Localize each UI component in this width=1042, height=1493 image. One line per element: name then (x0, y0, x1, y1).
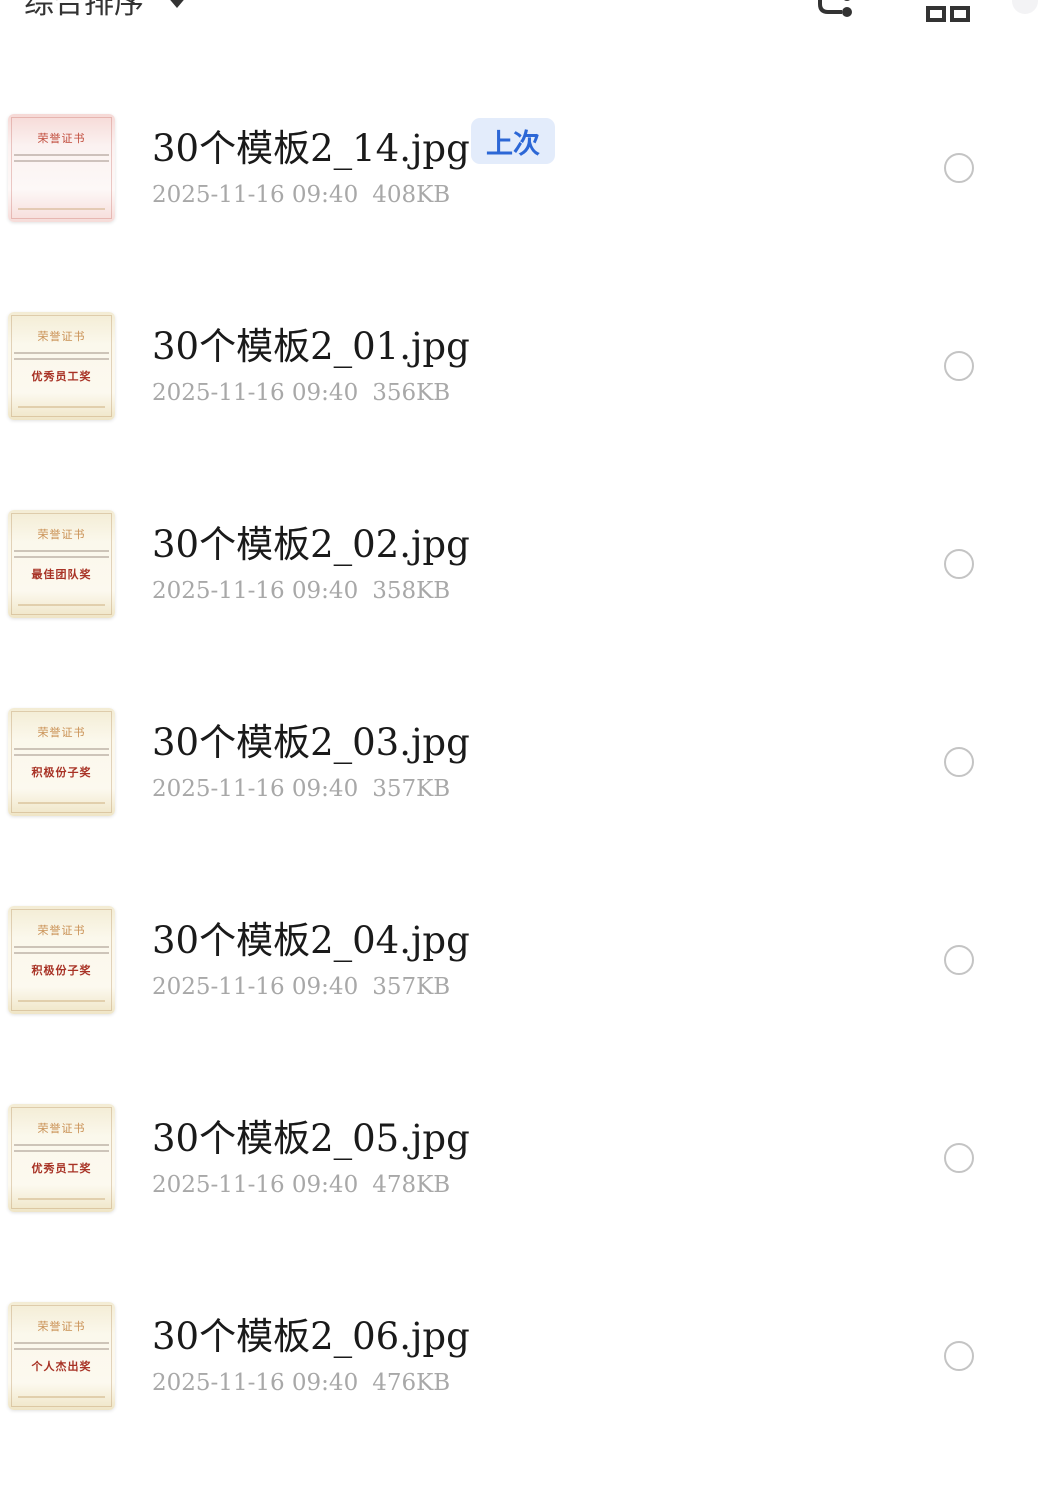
certificate-title: 荣誉证书 (37, 1122, 86, 1135)
select-radio-button[interactable] (944, 1341, 974, 1371)
certificate-award: 优秀员工奖 (31, 1162, 92, 1175)
select-radio-button[interactable] (944, 549, 974, 579)
file-thumbnail[interactable]: 荣誉证书 优秀员工奖 (8, 312, 115, 420)
more-icon[interactable] (1012, 0, 1038, 14)
file-thumbnail[interactable]: 荣誉证书 (8, 114, 115, 222)
file-thumbnail[interactable]: 荣誉证书 积极份子奖 (8, 708, 115, 816)
certificate-image: 荣誉证书 积极份子奖 (8, 906, 115, 1014)
file-row[interactable]: 荣誉证书最佳团队奖 30个模板2_02.jpg 2025-11-16 09:40 35… (0, 468, 1042, 666)
certificate-title: 荣誉证书 (37, 726, 86, 739)
grid-view-icon[interactable] (926, 0, 972, 24)
certificate-footer (18, 208, 105, 210)
top-toolbar: 综合排序 (0, 0, 1042, 40)
certificate-title: 荣誉证书 (37, 330, 86, 343)
file-date: 2025-11-16 09:40 (152, 776, 359, 802)
select-radio-button[interactable] (944, 747, 974, 777)
select-radio-button[interactable] (944, 351, 974, 381)
file-thumbnail[interactable]: 荣誉证书 优秀员工奖 (8, 1104, 115, 1212)
file-size: 356KB (372, 380, 451, 406)
file-date: 2025-11-16 09:40 (152, 1172, 359, 1198)
file-date: 2025-11-16 09:40 (152, 380, 359, 406)
file-date: 2025-11-16 09:40 (152, 1370, 359, 1396)
file-meta: 2025-11-16 09:40 408KB (152, 182, 450, 208)
certificate-award: 优秀员工奖 (31, 370, 92, 383)
file-date: 2025-11-16 09:40 (152, 974, 359, 1000)
file-meta: 2025-11-16 09:40 357KB (152, 776, 450, 802)
file-name[interactable]: 30个模板2_02.jpg (152, 516, 470, 566)
file-size: 408KB (372, 182, 451, 208)
file-meta: 2025-11-16 09:40 478KB (152, 1172, 450, 1198)
certificate-title: 荣誉证书 (37, 528, 86, 541)
file-name[interactable]: 30个模板2_04.jpg (152, 912, 470, 962)
sort-dropdown[interactable]: 综合排序 (24, 0, 188, 22)
file-thumbnail[interactable]: 荣誉证书 最佳团队奖 (8, 510, 115, 618)
select-radio-button[interactable] (944, 153, 974, 183)
file-name[interactable]: 30个模板2_14.jpg (152, 120, 470, 170)
select-radio-button[interactable] (944, 1143, 974, 1173)
certificate-text-lines (14, 1342, 109, 1354)
certificate-award: 积极份子奖 (31, 964, 92, 977)
certificate-title: 荣誉证书 (37, 1320, 86, 1333)
certificate-footer (18, 1396, 105, 1398)
file-size: 478KB (372, 1172, 451, 1198)
file-size: 358KB (372, 578, 451, 604)
file-row[interactable]: 荣誉证书优秀员工奖 30个模板2_05.jpg 2025-11-16 09:40 47… (0, 1062, 1042, 1260)
tree-view-icon[interactable] (814, 0, 854, 24)
file-meta: 2025-11-16 09:40 358KB (152, 578, 450, 604)
file-list: 荣誉证书 30个模板2_14.jpg 上次 2025-11-16 09:40 408KB… (0, 72, 1042, 1458)
file-date: 2025-11-16 09:40 (152, 578, 359, 604)
certificate-footer (18, 604, 105, 606)
file-meta: 2025-11-16 09:40 357KB (152, 974, 450, 1000)
certificate-award: 最佳团队奖 (31, 568, 92, 581)
last-opened-badge: 上次 (471, 118, 555, 164)
file-size: 357KB (372, 776, 451, 802)
sort-label: 综合排序 (24, 0, 144, 21)
file-row[interactable]: 荣誉证书个人杰出奖 30个模板2_06.jpg 2025-11-16 09:40 47… (0, 1260, 1042, 1458)
certificate-award: 积极份子奖 (31, 766, 92, 779)
certificate-image: 荣誉证书 积极份子奖 (8, 708, 115, 816)
certificate-footer (18, 1198, 105, 1200)
certificate-footer (18, 1000, 105, 1002)
certificate-footer (18, 406, 105, 408)
certificate-image: 荣誉证书 最佳团队奖 (8, 510, 115, 618)
file-row[interactable]: 荣誉证书积极份子奖 30个模板2_03.jpg 2025-11-16 09:40 35… (0, 666, 1042, 864)
certificate-text-lines (14, 1144, 109, 1156)
certificate-text-lines (14, 550, 109, 562)
file-size: 476KB (372, 1370, 451, 1396)
certificate-title: 荣誉证书 (37, 924, 86, 937)
file-meta: 2025-11-16 09:40 356KB (152, 380, 450, 406)
certificate-text-lines (14, 352, 109, 364)
file-row[interactable]: 荣誉证书优秀员工奖 30个模板2_01.jpg 2025-11-16 09:40 35… (0, 270, 1042, 468)
file-date: 2025-11-16 09:40 (152, 182, 359, 208)
certificate-text-lines (14, 748, 109, 760)
file-name[interactable]: 30个模板2_03.jpg (152, 714, 470, 764)
certificate-image: 荣誉证书 个人杰出奖 (8, 1302, 115, 1410)
file-meta: 2025-11-16 09:40 476KB (152, 1370, 450, 1396)
file-name[interactable]: 30个模板2_01.jpg (152, 318, 470, 368)
file-thumbnail[interactable]: 荣誉证书 积极份子奖 (8, 906, 115, 1014)
chevron-down-icon (166, 0, 188, 8)
file-name[interactable]: 30个模板2_05.jpg (152, 1110, 470, 1160)
certificate-image: 荣誉证书 (8, 114, 115, 222)
certificate-image: 荣誉证书 优秀员工奖 (8, 312, 115, 420)
certificate-image: 荣誉证书 优秀员工奖 (8, 1104, 115, 1212)
certificate-footer (18, 802, 105, 804)
certificate-award: 个人杰出奖 (31, 1360, 92, 1373)
select-radio-button[interactable] (944, 945, 974, 975)
certificate-title: 荣誉证书 (37, 132, 86, 145)
certificate-text-lines (14, 946, 109, 958)
file-size: 357KB (372, 974, 451, 1000)
file-row[interactable]: 荣誉证书积极份子奖 30个模板2_04.jpg 2025-11-16 09:40 35… (0, 864, 1042, 1062)
file-row[interactable]: 荣誉证书 30个模板2_14.jpg 上次 2025-11-16 09:40 408KB (0, 72, 1042, 270)
file-thumbnail[interactable]: 荣誉证书 个人杰出奖 (8, 1302, 115, 1410)
certificate-text-lines (14, 154, 109, 166)
file-name[interactable]: 30个模板2_06.jpg (152, 1308, 470, 1358)
